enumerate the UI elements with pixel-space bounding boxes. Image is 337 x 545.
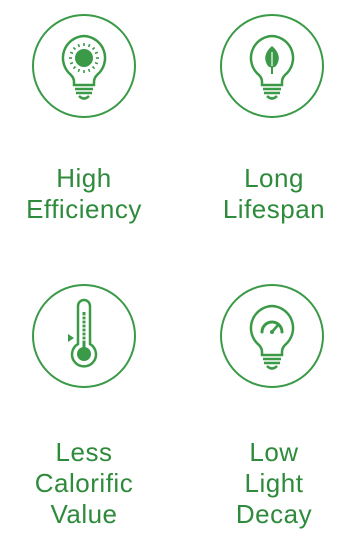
feature-label: Low Light Decay <box>190 437 337 530</box>
label-line: Long <box>244 163 304 193</box>
feature-label: Less Calorific Value <box>0 437 168 530</box>
gauge-bulb-icon <box>188 282 337 390</box>
label-line: Decay <box>235 499 313 529</box>
label-line: Value <box>50 499 118 529</box>
feature-label: Long Lifespan <box>190 163 337 225</box>
label-line: Calorific <box>34 468 134 498</box>
label-line: Lifespan <box>222 194 326 224</box>
feature-label: High Efficiency <box>0 163 168 225</box>
sun-bulb-icon <box>0 12 168 120</box>
label-line: Less <box>55 437 113 467</box>
label-line: Efficiency <box>26 194 142 224</box>
label-line: High <box>56 163 112 193</box>
label-line: Low <box>249 437 299 467</box>
leaf-bulb-icon <box>188 12 337 120</box>
thermometer-icon <box>0 282 168 390</box>
label-line: Light <box>244 468 304 498</box>
